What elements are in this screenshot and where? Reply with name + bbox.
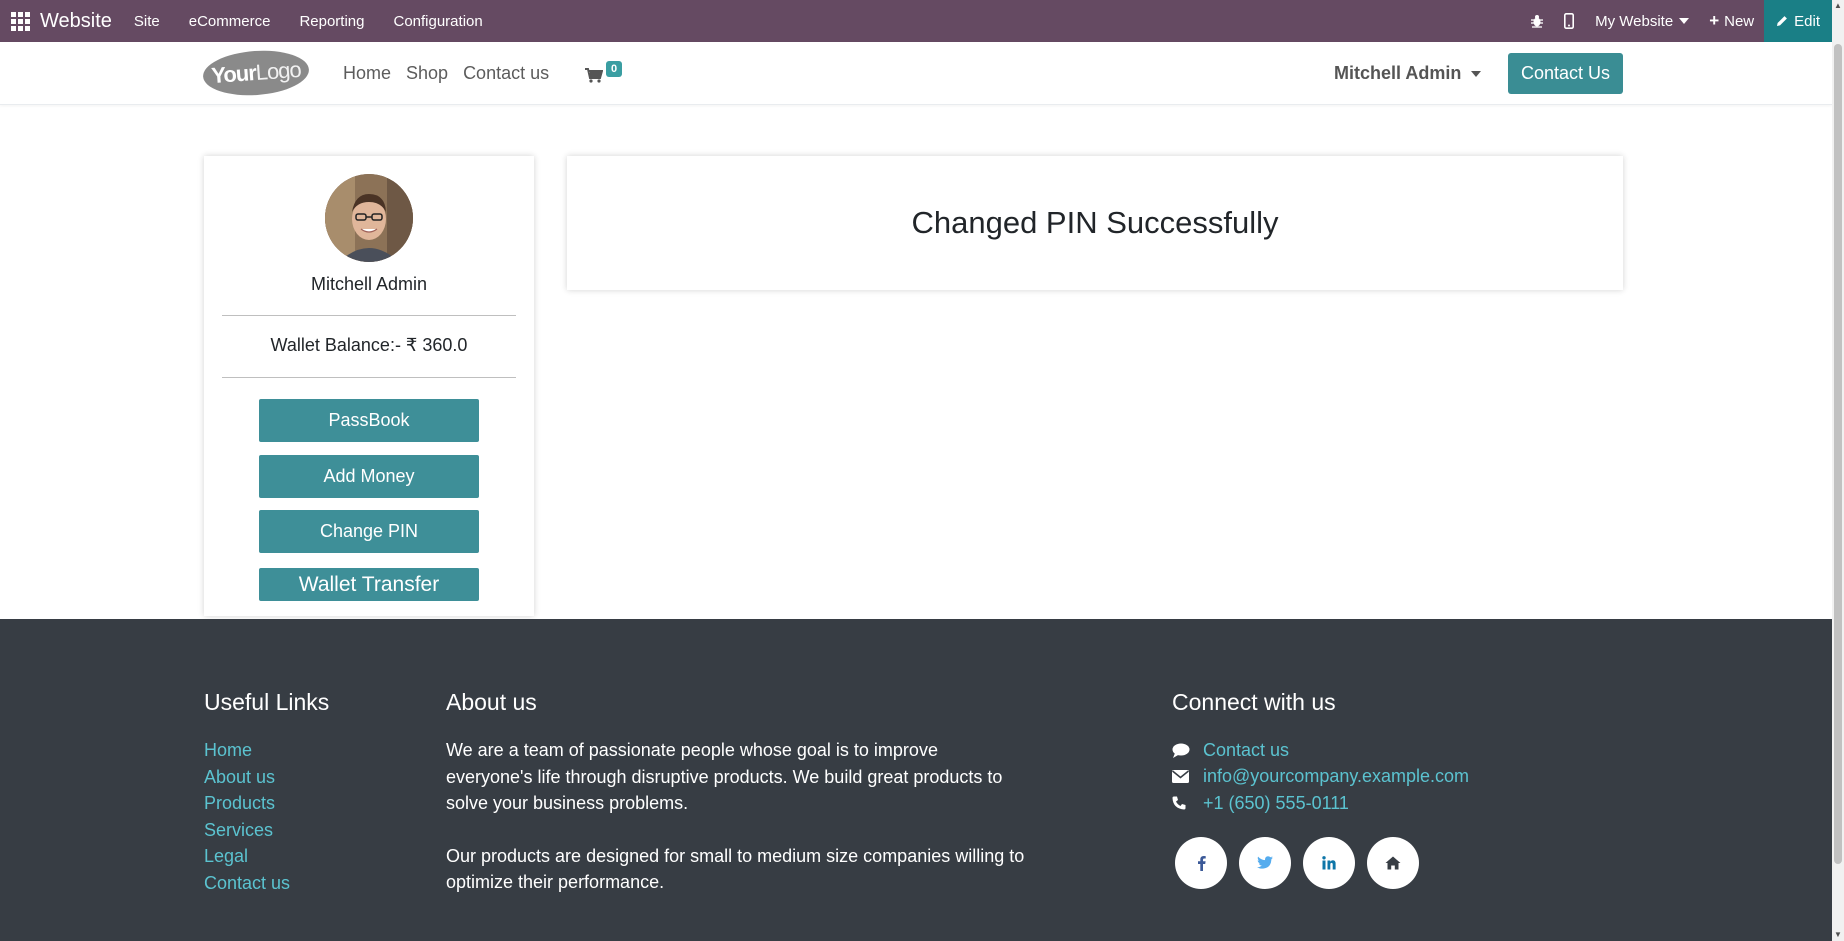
social-links: [1175, 836, 1469, 889]
message-card: Changed PIN Successfully: [567, 156, 1623, 290]
edit-label: Edit: [1794, 12, 1820, 30]
about-paragraph-1: We are a team of passionate people whose…: [446, 740, 1003, 813]
apps-grid-icon: [10, 11, 30, 31]
menu-ecommerce[interactable]: eCommerce: [189, 13, 271, 30]
phone-icon: [1172, 796, 1186, 810]
footer-link-about-us[interactable]: About us: [204, 764, 329, 791]
chevron-down-icon: [1471, 70, 1482, 77]
new-label: New: [1724, 12, 1755, 30]
scroll-down-arrow-icon[interactable]: ▼: [1832, 929, 1844, 941]
site-footer: Useful Links Home About us Products Serv…: [0, 619, 1832, 941]
linkedin-button[interactable]: [1303, 836, 1355, 889]
avatar: [325, 174, 413, 262]
logo-text-light: Logo: [254, 56, 302, 85]
cart-count-badge: 0: [606, 61, 623, 77]
mobile-icon: [1564, 13, 1575, 29]
add-money-button[interactable]: Add Money: [259, 455, 479, 498]
menu-configuration[interactable]: Configuration: [393, 13, 482, 30]
nav-home[interactable]: Home: [343, 63, 391, 84]
twitter-button[interactable]: [1239, 836, 1291, 889]
wallet-transfer-button[interactable]: Wallet Transfer: [259, 568, 479, 601]
scrollbar-thumb[interactable]: [1834, 44, 1842, 864]
footer-link-products[interactable]: Products: [204, 790, 329, 817]
home-button[interactable]: [1367, 836, 1419, 889]
twitter-icon: [1257, 856, 1273, 869]
success-message: Changed PIN Successfully: [911, 205, 1279, 240]
chevron-down-icon: [1679, 18, 1690, 24]
connect-section: Connect with us Contact us info@yourcomp…: [1172, 689, 1469, 889]
page-scrollbar[interactable]: ▲ ▼: [1832, 0, 1844, 941]
user-name: Mitchell Admin: [1334, 63, 1462, 83]
debug-button[interactable]: [1521, 14, 1553, 28]
home-icon: [1385, 856, 1401, 869]
edit-button[interactable]: Edit: [1764, 0, 1832, 42]
site-header: Your Logo Home Shop Contact us 0 Mitchell…: [0, 42, 1832, 105]
about-section: About us We are a team of passionate peo…: [446, 689, 1026, 922]
bug-icon: [1531, 15, 1544, 28]
plus-icon: +: [1709, 11, 1720, 30]
main-nav: Home Shop Contact us: [343, 42, 564, 105]
about-title: About us: [446, 689, 537, 715]
logo-text-bold: Your: [210, 60, 257, 89]
footer-phone-link[interactable]: +1 (650) 555-0111: [1203, 793, 1349, 814]
linkedin-icon: [1322, 855, 1336, 869]
footer-link-legal[interactable]: Legal: [204, 843, 329, 870]
menu-reporting[interactable]: Reporting: [299, 13, 364, 30]
contact-us-button[interactable]: Contact Us: [1508, 53, 1623, 94]
sidebar-user-name: Mitchell Admin: [310, 274, 428, 294]
shopping-cart-icon: [585, 68, 603, 83]
about-paragraph-2: Our products are designed for small to m…: [446, 845, 1025, 893]
connect-title: Connect with us: [1172, 689, 1336, 715]
footer-link-contact-us[interactable]: Contact us: [204, 870, 329, 897]
passbook-button[interactable]: PassBook: [259, 399, 479, 442]
apps-menu-button[interactable]: [2, 0, 38, 42]
footer-email-link[interactable]: info@yourcompany.example.com: [1203, 766, 1469, 787]
divider: [222, 377, 516, 378]
new-button[interactable]: + New: [1709, 11, 1754, 31]
nav-shop[interactable]: Shop: [406, 63, 448, 84]
useful-links-title: Useful Links: [204, 689, 330, 715]
admin-navbar: Website Site eCommerce Reporting Configu…: [0, 0, 1832, 42]
cart-button[interactable]: 0: [585, 60, 625, 90]
useful-links-section: Useful Links Home About us Products Serv…: [204, 689, 329, 896]
my-website-label: My Website: [1595, 12, 1674, 30]
pencil-icon: [1777, 16, 1788, 26]
app-brand[interactable]: Website: [40, 10, 112, 33]
wallet-sidebar: Mitchell Admin Wallet Balance:- ₹ 360.0 …: [204, 156, 534, 616]
menu-site[interactable]: Site: [134, 13, 160, 30]
facebook-button[interactable]: [1175, 836, 1227, 889]
wallet-balance: Wallet Balance:- ₹ 360.0: [270, 335, 468, 355]
footer-contact-link[interactable]: Contact us: [1203, 740, 1289, 761]
divider: [222, 315, 516, 316]
nav-contact-us[interactable]: Contact us: [463, 63, 549, 84]
change-pin-button[interactable]: Change PIN: [259, 510, 479, 553]
comment-icon: [1172, 743, 1190, 758]
scroll-up-arrow-icon[interactable]: ▲: [1832, 0, 1844, 12]
site-logo[interactable]: Your Logo: [201, 47, 311, 99]
user-dropdown[interactable]: Mitchell Admin: [1334, 42, 1482, 105]
my-website-dropdown[interactable]: My Website: [1595, 12, 1690, 30]
footer-link-home[interactable]: Home: [204, 737, 329, 764]
mobile-preview-button[interactable]: [1553, 13, 1585, 29]
footer-link-services[interactable]: Services: [204, 817, 329, 844]
envelope-icon: [1172, 770, 1189, 784]
facebook-icon: [1197, 855, 1206, 871]
